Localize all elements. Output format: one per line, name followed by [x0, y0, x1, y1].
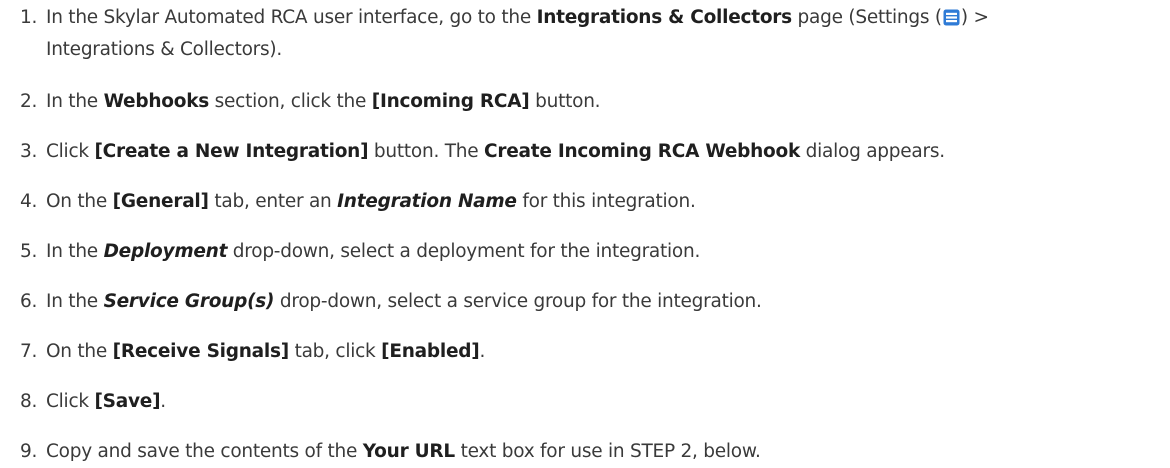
- ui-label-webhooks: Webhooks: [103, 91, 210, 112]
- step-text-part: section, click the: [209, 91, 372, 112]
- step-text-part: drop-down, select a deployment for the i…: [227, 241, 701, 262]
- ui-label-general: [General]: [112, 191, 209, 212]
- step-text: In the Deployment drop-down, select a de…: [46, 236, 700, 268]
- step-number: 4.: [20, 191, 38, 212]
- step-text-part: drop-down, select a service group for th…: [274, 291, 762, 312]
- step-text-part: button.: [529, 91, 601, 112]
- ui-label-receive-signals: [Receive Signals]: [112, 341, 290, 362]
- step-number: 9.: [20, 441, 38, 462]
- step-number: 1.: [20, 7, 38, 28]
- step-text-part: text box for use in STEP 2, below.: [454, 441, 761, 462]
- field-label-integration-name: Integration Name: [337, 191, 517, 212]
- ui-label-integrations-collectors: Integrations & Collectors: [536, 7, 793, 28]
- settings-menu-icon: [943, 9, 960, 26]
- instruction-steps: 1. In the Skylar Automated RCA user inte…: [0, 0, 1170, 467]
- step-text: On the [Receive Signals] tab, click [Ena…: [46, 336, 485, 368]
- field-label-service-groups: Service Group(s): [103, 291, 275, 312]
- ui-label-enabled: [Enabled]: [381, 341, 480, 362]
- step-number: 2.: [20, 91, 38, 112]
- step-text: In the Webhooks section, click the [Inco…: [46, 86, 601, 118]
- step-number: 7.: [20, 341, 38, 362]
- step-number: 6.: [20, 291, 38, 312]
- ui-label-save: [Save]: [94, 391, 161, 412]
- ui-label-your-url: Your URL: [362, 441, 455, 462]
- step-number: 8.: [20, 391, 38, 412]
- step-text-part: Copy and save the contents of the: [46, 441, 363, 462]
- field-label-deployment: Deployment: [103, 241, 228, 262]
- step-text-part: In the: [46, 91, 104, 112]
- step-number: 3.: [20, 141, 38, 162]
- ui-label-create-new-integration: [Create a New Integration]: [94, 141, 369, 162]
- step-text-part: button. The: [368, 141, 484, 162]
- step-text-part: Click: [46, 391, 95, 412]
- step-text-part: for this integration.: [516, 191, 696, 212]
- step-text-part: dialog appears.: [800, 141, 945, 162]
- step-text-part: .: [160, 391, 166, 412]
- step-text: Click [Save].: [46, 386, 166, 418]
- step-text-part: tab, click: [288, 341, 382, 362]
- step-text-part: In the: [46, 291, 104, 312]
- step-text-part: Click: [46, 141, 95, 162]
- ui-label-incoming-rca: [Incoming RCA]: [371, 91, 530, 112]
- step-text-part: In the: [46, 241, 104, 262]
- step-text-part: On the: [46, 191, 113, 212]
- step-text-part: .: [479, 341, 486, 362]
- step-text: On the [General] tab, enter an Integrati…: [46, 186, 696, 218]
- step-text-part: ) >: [960, 7, 989, 28]
- step-number: 5.: [20, 241, 38, 262]
- step-text: In the Skylar Automated RCA user interfa…: [46, 2, 989, 34]
- step-text: In the Service Group(s) drop-down, selec…: [46, 286, 762, 318]
- step-text-part: On the: [46, 341, 113, 362]
- step-text-part: tab, enter an: [208, 191, 338, 212]
- step-text-part: page (Settings (: [791, 7, 943, 28]
- step-text-part: In the Skylar Automated RCA user interfa…: [46, 7, 537, 28]
- ui-label-create-incoming-rca-webhook: Create Incoming RCA Webhook: [484, 141, 801, 162]
- step-text-part: Integrations & Collectors).: [46, 39, 282, 60]
- step-text: Copy and save the contents of the Your U…: [46, 436, 761, 468]
- step-text: Click [Create a New Integration] button.…: [46, 136, 945, 168]
